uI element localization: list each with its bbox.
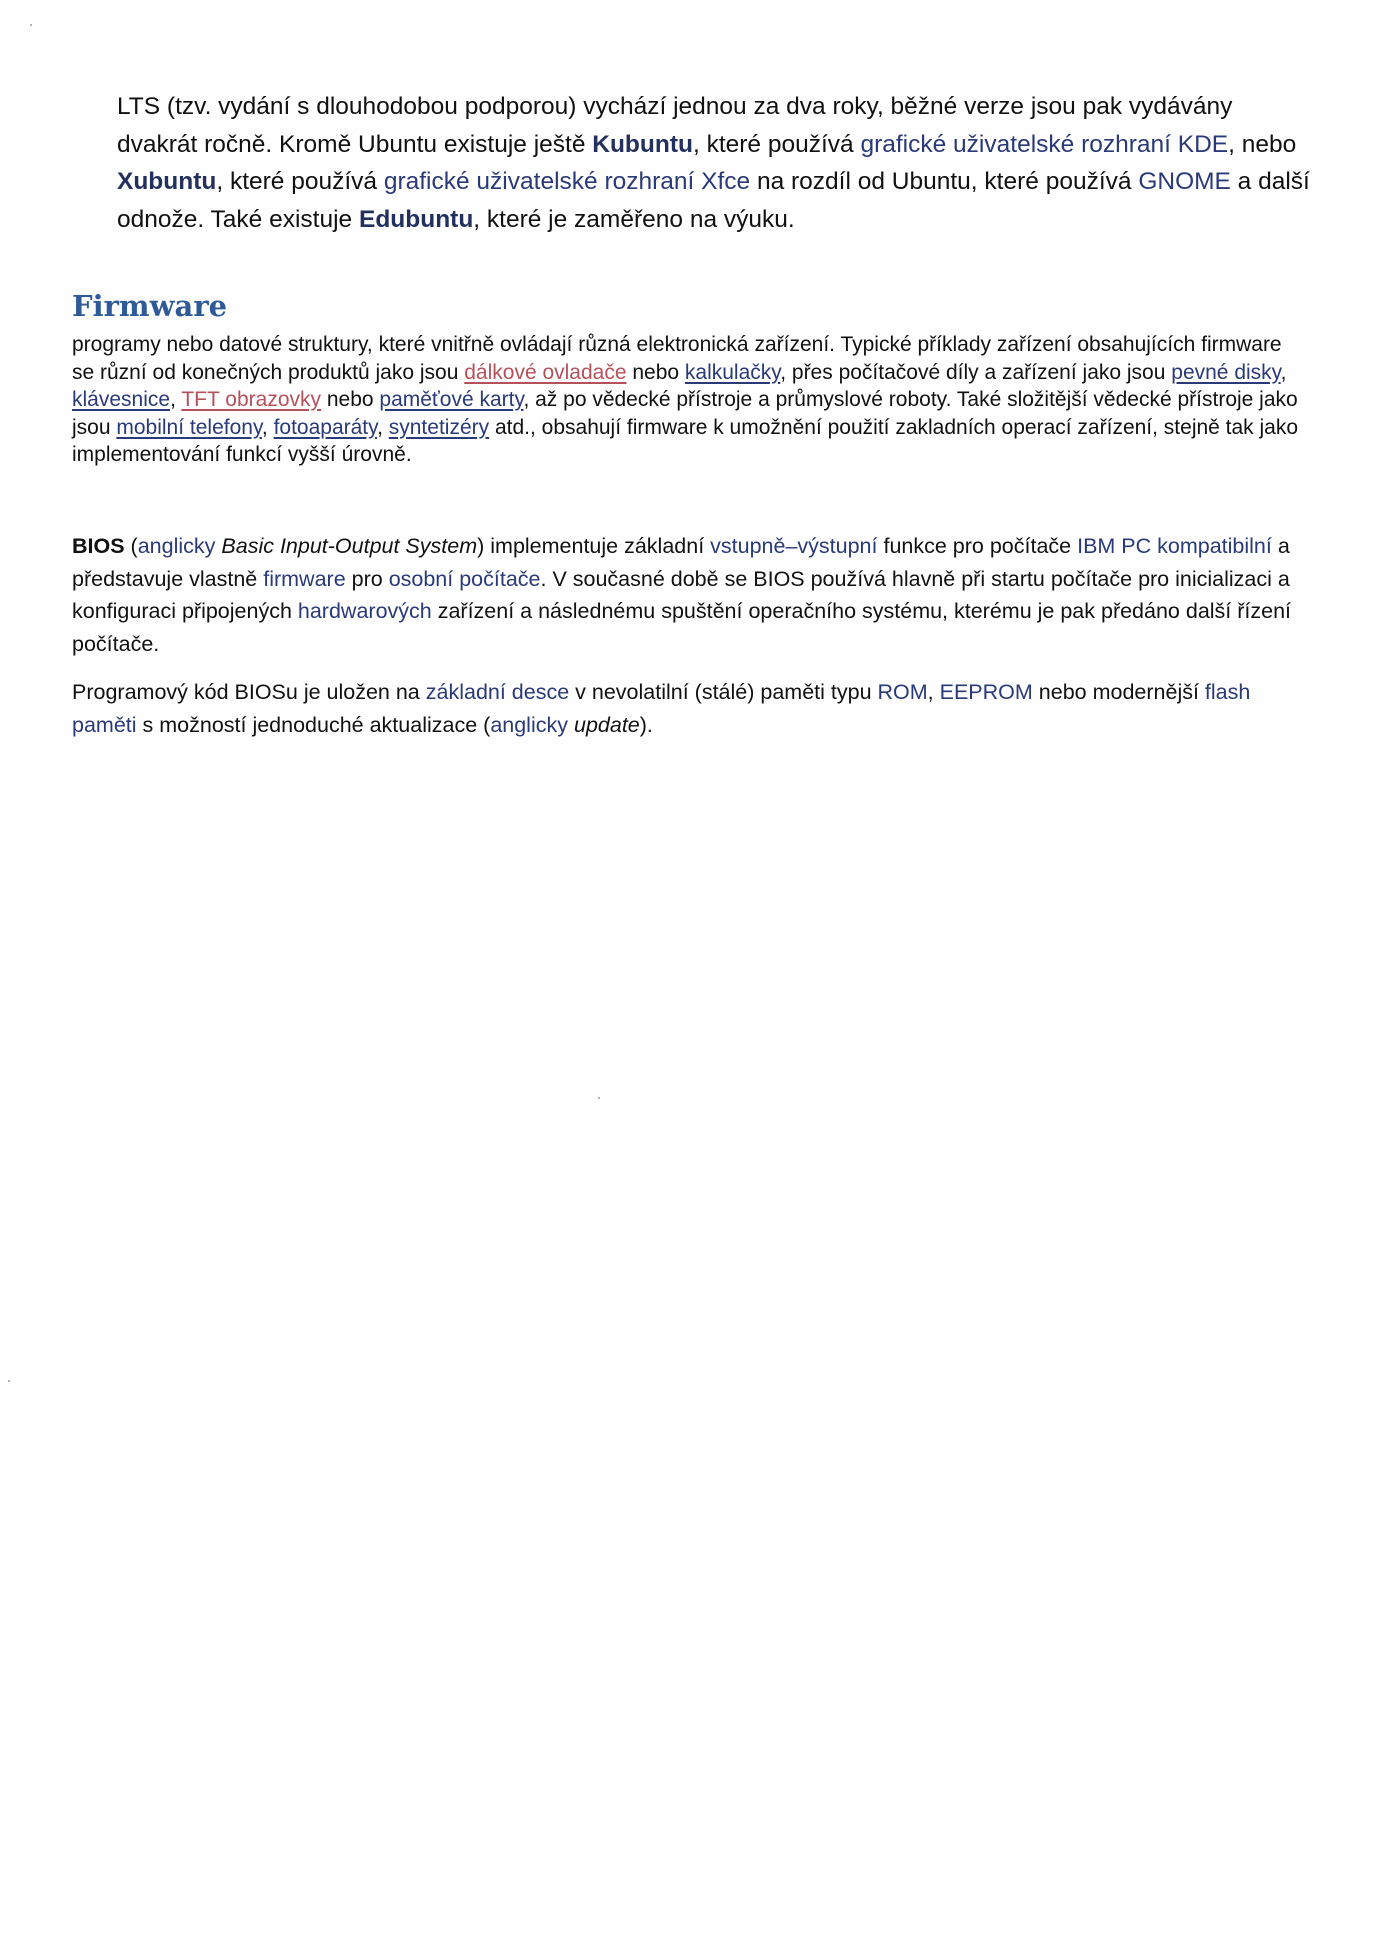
text-run: , [170, 388, 182, 411]
update-english-term: update [573, 713, 640, 737]
link-mobilni-telefony[interactable]: mobilní telefony [116, 416, 262, 439]
text-run: ) implementuje základní [477, 534, 711, 558]
text-run: ( [124, 534, 138, 558]
text-run: , které používá [692, 130, 861, 158]
ubuntu-variants-paragraph: LTS (tzv. vydání s dlouhodobou podporou)… [117, 88, 1312, 238]
link-pametove-karty[interactable]: paměťové karty [379, 388, 523, 411]
scan-speck [598, 1097, 600, 1099]
link-firmware[interactable]: firmware [263, 567, 345, 591]
edubuntu-bold-term: Edubuntu [359, 205, 474, 233]
link-ibm-pc-kompatibilni[interactable]: IBM PC kompatibilní [1077, 534, 1272, 558]
link-klavesnice[interactable]: klávesnice [72, 388, 170, 411]
firmware-heading: Firmware [72, 289, 228, 323]
bios-storage-paragraph: Programový kód BIOSu je uložen na základ… [72, 676, 1312, 742]
text-run: , přes počítačové díly a zařízení jako j… [780, 360, 1172, 384]
scan-speck [30, 24, 32, 26]
text-run: nebo [321, 388, 380, 411]
link-syntetizery[interactable]: syntetizéry [389, 416, 489, 439]
text-run: , které používá [216, 168, 384, 195]
link-dalkove-ovladace[interactable]: dálkové ovladače [464, 361, 626, 384]
link-pevne-disky[interactable]: pevné disky [1171, 361, 1280, 384]
scan-speck [8, 1380, 10, 1382]
text-run: nebo [626, 360, 685, 384]
link-kalkulacky[interactable]: kalkulačky [685, 361, 780, 384]
link-gui-xfce[interactable]: grafické uživatelské rozhraní Xfce [384, 168, 750, 195]
text-run: funkce pro počítače [877, 534, 1078, 558]
link-anglicky[interactable]: anglicky [138, 534, 216, 558]
link-rom[interactable]: ROM [878, 680, 928, 704]
text-run: , nebo [1228, 130, 1297, 158]
text-run: pro [345, 566, 389, 591]
link-zakladni-desce[interactable]: základní desce [426, 680, 569, 704]
text-run: , [261, 415, 274, 439]
link-gnome[interactable]: GNOME [1138, 168, 1231, 195]
document-page: LTS (tzv. vydání s dlouhodobou podporou)… [0, 0, 1386, 1960]
bios-bold-term: BIOS [72, 534, 125, 558]
link-tft-obrazovky[interactable]: TFT obrazovky [181, 388, 321, 411]
text-run: , [1280, 360, 1287, 384]
text-run: v nevolatilní (stálé) paměti typu [569, 680, 878, 704]
link-eeprom[interactable]: EEPROM [940, 680, 1033, 704]
text-run: ). [639, 713, 653, 737]
text-run: , [377, 415, 389, 439]
firmware-paragraph: programy nebo datové struktury, které vn… [72, 331, 1302, 469]
text-run: na rozdíl od Ubuntu, které používá [750, 168, 1139, 195]
link-vstupne-vystupni[interactable]: vstupně–výstupní [710, 534, 877, 558]
kubuntu-bold-term: Kubuntu [592, 130, 693, 158]
text-run: s možností jednoduché aktualizace ( [136, 713, 491, 737]
link-gui-kde[interactable]: grafické uživatelské rozhraní KDE [860, 131, 1228, 158]
text-run: , které je zaměřeno na výuku. [473, 205, 795, 233]
text-run: Programový kód BIOSu je uložen na [72, 680, 426, 704]
xubuntu-bold-term: Xubuntu [117, 168, 217, 195]
bios-english-name: Basic Input-Output System [221, 534, 478, 558]
link-osobni-pocitace[interactable]: osobní počítače [389, 567, 541, 591]
text-run: nebo modernější [1032, 680, 1205, 704]
bios-paragraph: BIOS (anglicky Basic Input-Output System… [72, 530, 1312, 660]
text-run: , [927, 680, 940, 704]
link-anglicky[interactable]: anglicky [490, 713, 568, 737]
link-fotoaparaty[interactable]: fotoaparáty [274, 416, 378, 439]
link-hardwarovych[interactable]: hardwarových [298, 599, 432, 623]
